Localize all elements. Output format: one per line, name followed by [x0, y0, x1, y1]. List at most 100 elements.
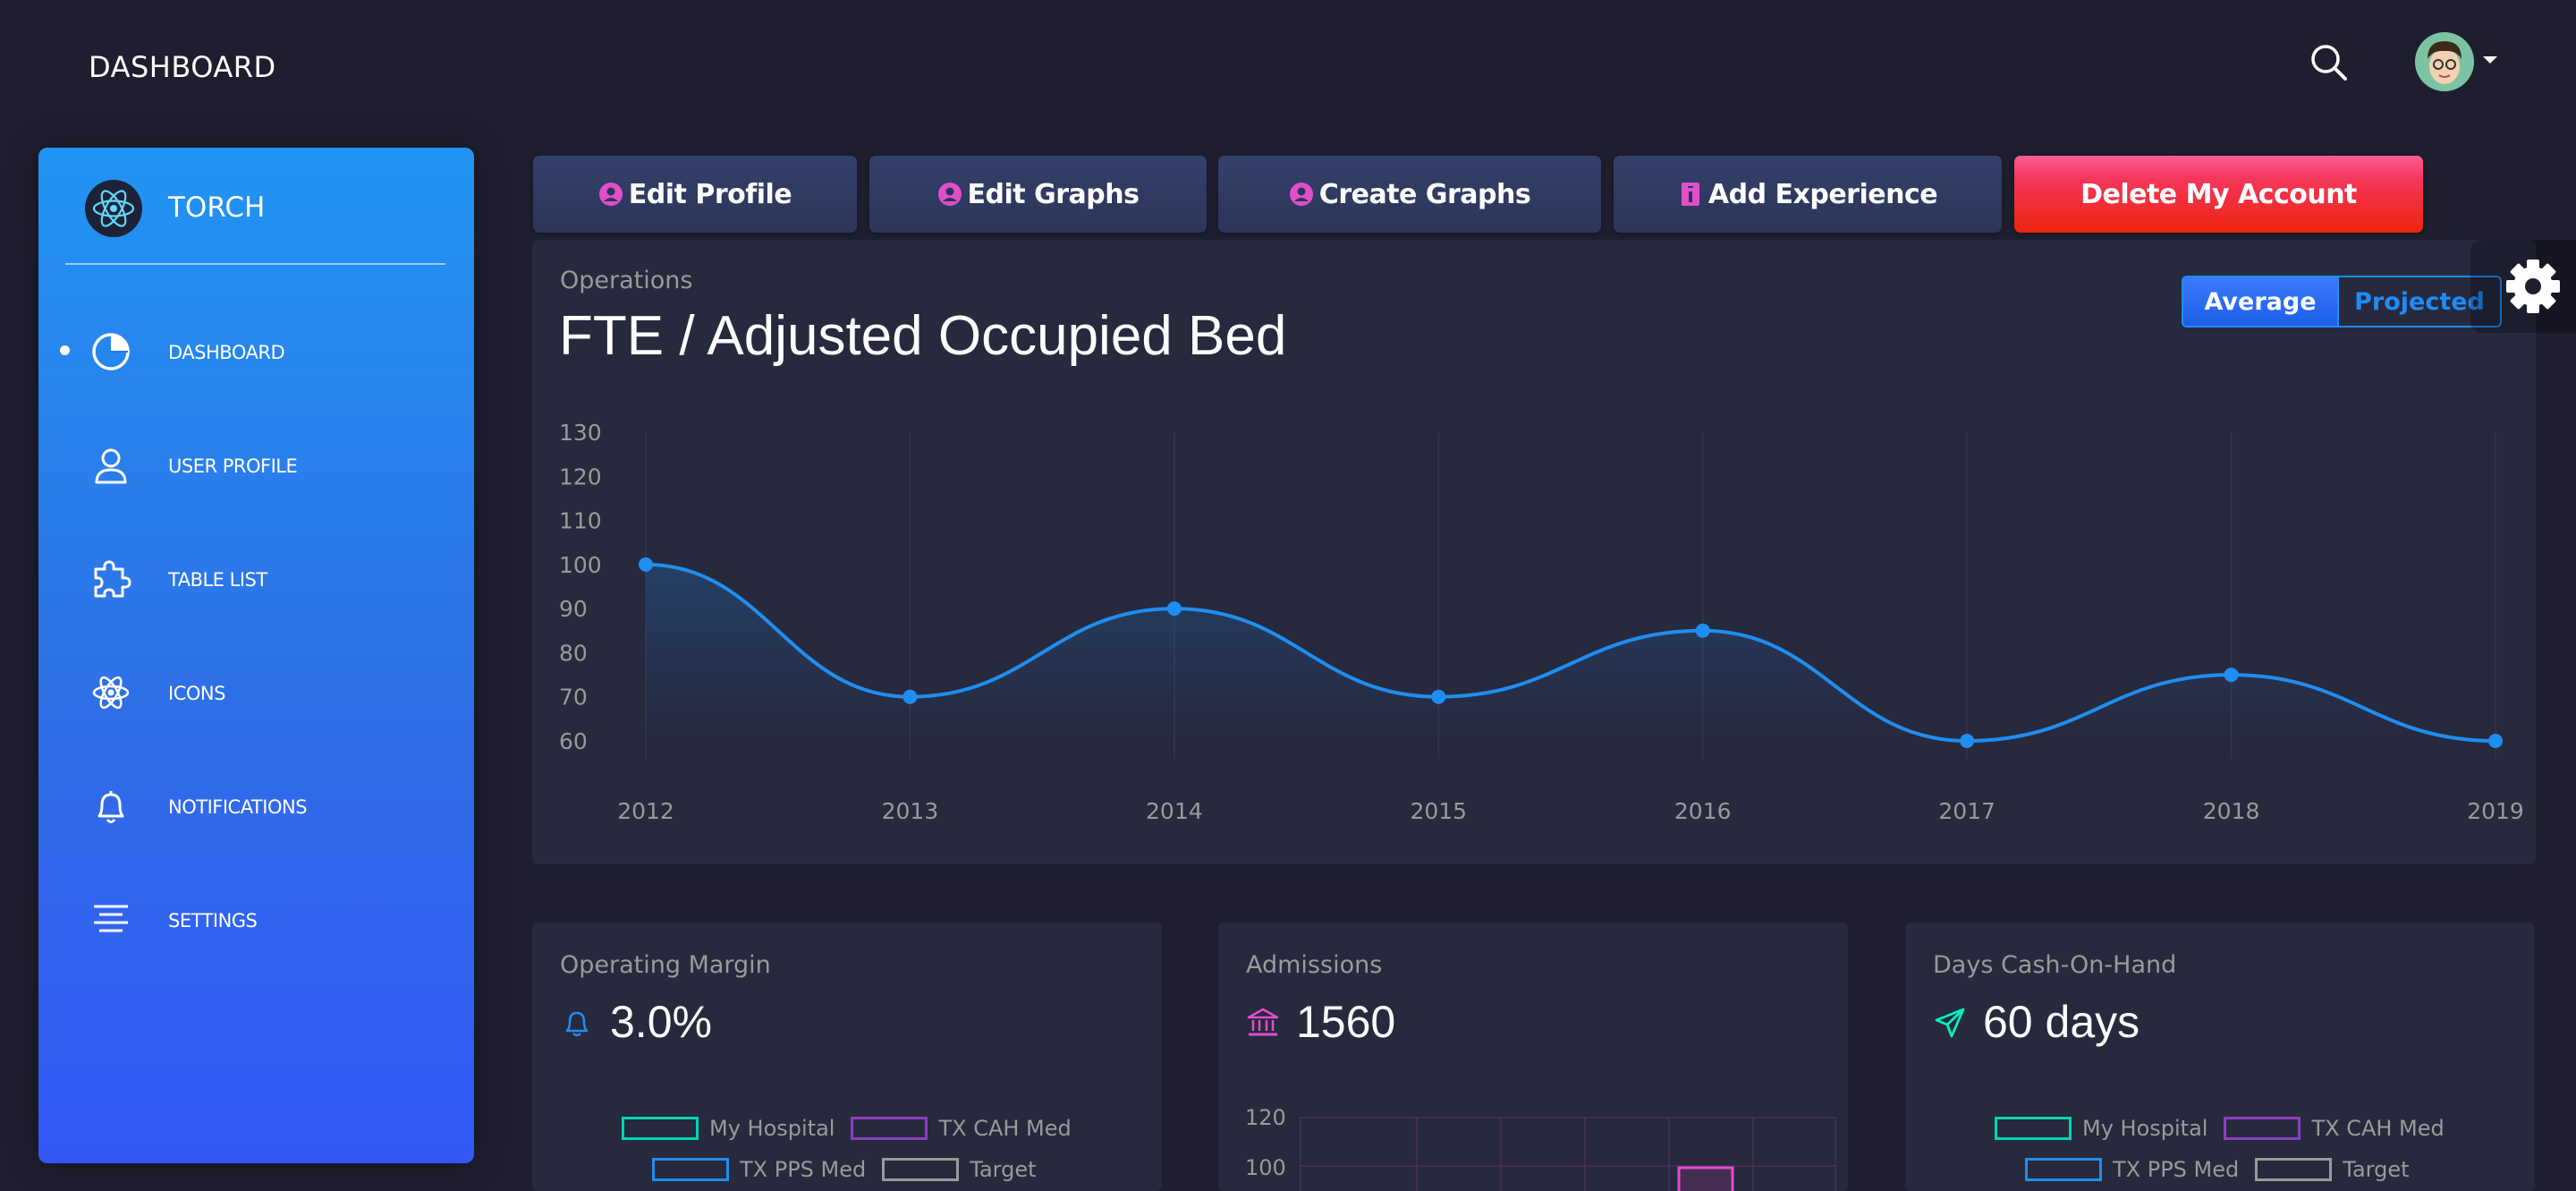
legend-item[interactable]: Target [2255, 1157, 2410, 1182]
y-tick-label: 100 [1245, 1155, 1286, 1180]
edit-graphs-label: Edit Graphs [967, 178, 1140, 210]
x-tick-label: 2015 [1410, 798, 1467, 824]
user-icon [95, 448, 127, 484]
react-logo-icon[interactable] [85, 180, 142, 237]
avatar[interactable] [2415, 32, 2474, 91]
card-category: Days Cash-On-Hand [1933, 951, 2177, 979]
y-tick-label: 130 [559, 420, 602, 446]
user-circle-icon [1289, 183, 1313, 206]
y-tick-label: 60 [559, 728, 588, 754]
x-tick-label: 2013 [882, 798, 939, 824]
data-point[interactable] [1166, 601, 1182, 617]
legend-label: TX PPS Med [740, 1157, 867, 1182]
data-point[interactable] [902, 689, 918, 704]
gear-icon [2506, 259, 2560, 313]
sidebar-brand[interactable]: TORCH [168, 191, 265, 224]
badge-icon [1681, 183, 1699, 206]
edit-graphs-button[interactable]: Edit Graphs [869, 156, 1207, 233]
active-indicator [60, 345, 70, 355]
sidebar-item-label: TABLE LIST [168, 569, 267, 591]
chevron-down-icon[interactable] [2481, 54, 2499, 66]
card-value: 60 days [1983, 997, 2140, 1047]
legend-item[interactable]: TX PPS Med [652, 1157, 866, 1182]
legend-item[interactable]: Target [882, 1157, 1037, 1182]
y-tick-label: 80 [559, 640, 588, 666]
legend-label: TX CAH Med [938, 1116, 1072, 1141]
y-tick-label: 90 [559, 596, 588, 622]
legend-item[interactable]: TX CAH Med [851, 1116, 1072, 1141]
top-navbar: DASHBOARD [0, 0, 2576, 134]
y-tick-label: 110 [559, 508, 602, 534]
y-tick-label: 120 [559, 464, 602, 489]
data-point[interactable] [2488, 734, 2503, 748]
chart-legend: My Hospital TX CAH Med [622, 1116, 1088, 1141]
data-point[interactable] [1431, 689, 1446, 704]
avatar-face-icon [2415, 32, 2474, 91]
navbar-brand[interactable]: DASHBOARD [89, 50, 276, 84]
data-point[interactable] [639, 557, 653, 572]
y-tick-label: 100 [559, 552, 602, 578]
data-point[interactable] [2224, 668, 2239, 683]
admissions-card: Admissions 1560 120 100 [1218, 923, 1848, 1191]
sidebar-item-user-profile[interactable]: USER PROFILE [38, 429, 474, 500]
sidebar: TORCH DASHBOARD USER PROFILE TABLE LIST … [38, 148, 474, 1163]
atom-icon [92, 676, 130, 710]
legend-item[interactable]: My Hospital [1995, 1116, 2207, 1141]
x-tick-label: 2018 [2203, 798, 2260, 824]
pie-chart-icon [92, 333, 130, 370]
settings-panel-toggle[interactable] [2470, 240, 2576, 333]
edit-profile-button[interactable]: Edit Profile [533, 156, 857, 233]
sidebar-item-label: DASHBOARD [168, 342, 285, 363]
x-tick-label: 2016 [1674, 798, 1732, 824]
edit-profile-label: Edit Profile [628, 178, 792, 210]
y-tick-label: 70 [559, 685, 588, 710]
chart-legend: TX PPS Med Target [652, 1157, 1053, 1182]
sidebar-item-dashboard[interactable]: DASHBOARD [38, 315, 474, 387]
delete-account-label: Delete My Account [2080, 178, 2357, 210]
sidebar-item-label: SETTINGS [168, 910, 258, 932]
operating-margin-card: Operating Margin 3.0% My Hospital TX CAH… [532, 923, 1162, 1191]
days-cash-card: Days Cash-On-Hand 60 days My Hospital TX… [1905, 923, 2535, 1191]
bar[interactable] [1677, 1166, 1734, 1191]
legend-item[interactable]: TX CAH Med [2224, 1116, 2445, 1141]
x-tick-label: 2017 [1938, 798, 1996, 824]
legend-label: Target [2343, 1157, 2410, 1182]
chart-legend: My Hospital TX CAH Med [1995, 1116, 2461, 1141]
card-value: 3.0% [610, 997, 712, 1047]
add-experience-button[interactable]: Add Experience [1614, 156, 2002, 233]
delete-account-button[interactable]: Delete My Account [2014, 156, 2423, 233]
data-point[interactable] [1695, 623, 1710, 638]
card-category: Operating Margin [560, 951, 771, 979]
bell-icon [97, 791, 124, 823]
search-icon[interactable] [2308, 41, 2351, 84]
create-graphs-label: Create Graphs [1318, 178, 1531, 210]
admissions-bar-chart: 120 100 [1245, 1105, 1836, 1191]
sidebar-item-icons[interactable]: ICONS [38, 656, 474, 727]
legend-label: My Hospital [2082, 1116, 2208, 1141]
legend-label: My Hospital [709, 1116, 835, 1141]
chart-legend: TX PPS Med Target [2025, 1157, 2426, 1182]
x-tick-label: 2019 [2467, 798, 2524, 824]
sidebar-divider [65, 263, 445, 265]
puzzle-icon [94, 560, 131, 598]
sidebar-item-settings[interactable]: SETTINGS [38, 883, 474, 955]
legend-label: Target [970, 1157, 1037, 1182]
data-point[interactable] [1960, 734, 1975, 748]
create-graphs-button[interactable]: Create Graphs [1218, 156, 1601, 233]
user-circle-icon [937, 183, 962, 206]
series-area [646, 564, 2496, 741]
sidebar-item-label: USER PROFILE [168, 455, 298, 477]
legend-label: TX PPS Med [2113, 1157, 2240, 1182]
x-tick-label: 2014 [1146, 798, 1203, 824]
x-tick-label: 2012 [617, 798, 674, 824]
sidebar-item-table-list[interactable]: TABLE LIST [38, 542, 474, 614]
user-circle-icon [598, 183, 623, 206]
sidebar-item-label: NOTIFICATIONS [168, 796, 308, 818]
sidebar-item-label: ICONS [168, 683, 225, 704]
add-experience-label: Add Experience [1707, 178, 1938, 210]
legend-label: TX CAH Med [2311, 1116, 2445, 1141]
legend-item[interactable]: My Hospital [622, 1116, 835, 1141]
legend-item[interactable]: TX PPS Med [2025, 1157, 2239, 1182]
line-chart: 60 70 80 90 100 110 120 130 2012 2013 2014 2015 2016… [559, 420, 2524, 824]
sidebar-item-notifications[interactable]: NOTIFICATIONS [38, 770, 474, 841]
